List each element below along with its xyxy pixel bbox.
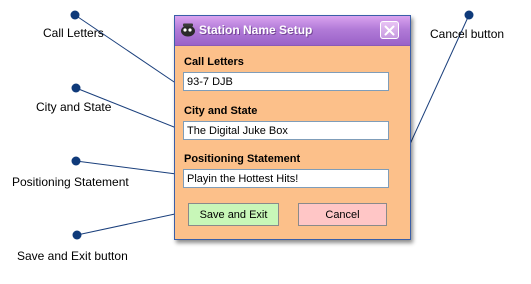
city-state-label: City and State <box>184 105 258 117</box>
save-exit-callout-label: Save and Exit button <box>17 249 128 263</box>
positioning-statement-input[interactable] <box>183 169 389 188</box>
cancel-button[interactable]: Cancel <box>298 203 387 226</box>
call-letters-label: Call Letters <box>184 56 244 68</box>
call-letters-callout-dot <box>70 10 80 20</box>
city-state-callout-dot <box>71 83 81 93</box>
call-letters-input[interactable] <box>183 72 389 91</box>
dialog-titlebar[interactable]: Station Name Setup <box>175 16 410 46</box>
close-button[interactable] <box>380 21 399 39</box>
close-icon <box>384 25 395 35</box>
positioning-leader-line <box>75 160 185 176</box>
city-state-callout-label: City and State <box>36 100 112 114</box>
call-letters-callout-label: Call Letters <box>43 26 104 40</box>
cancel-callout-label: Cancel button <box>430 27 505 41</box>
app-icon <box>179 22 197 38</box>
station-name-setup-dialog: Station Name Setup Call Letters City and… <box>174 15 411 240</box>
dialog-title: Station Name Setup <box>199 23 313 37</box>
save-exit-leader-line <box>76 210 190 236</box>
cancel-callout-dot <box>464 10 474 20</box>
positioning-statement-label: Positioning Statement <box>184 153 301 165</box>
save-exit-callout-dot <box>72 230 82 240</box>
positioning-callout-dot <box>71 156 81 166</box>
save-and-exit-button[interactable]: Save and Exit <box>188 203 279 226</box>
city-state-input[interactable] <box>183 121 389 140</box>
positioning-callout-label: Positioning Statement <box>12 175 129 189</box>
